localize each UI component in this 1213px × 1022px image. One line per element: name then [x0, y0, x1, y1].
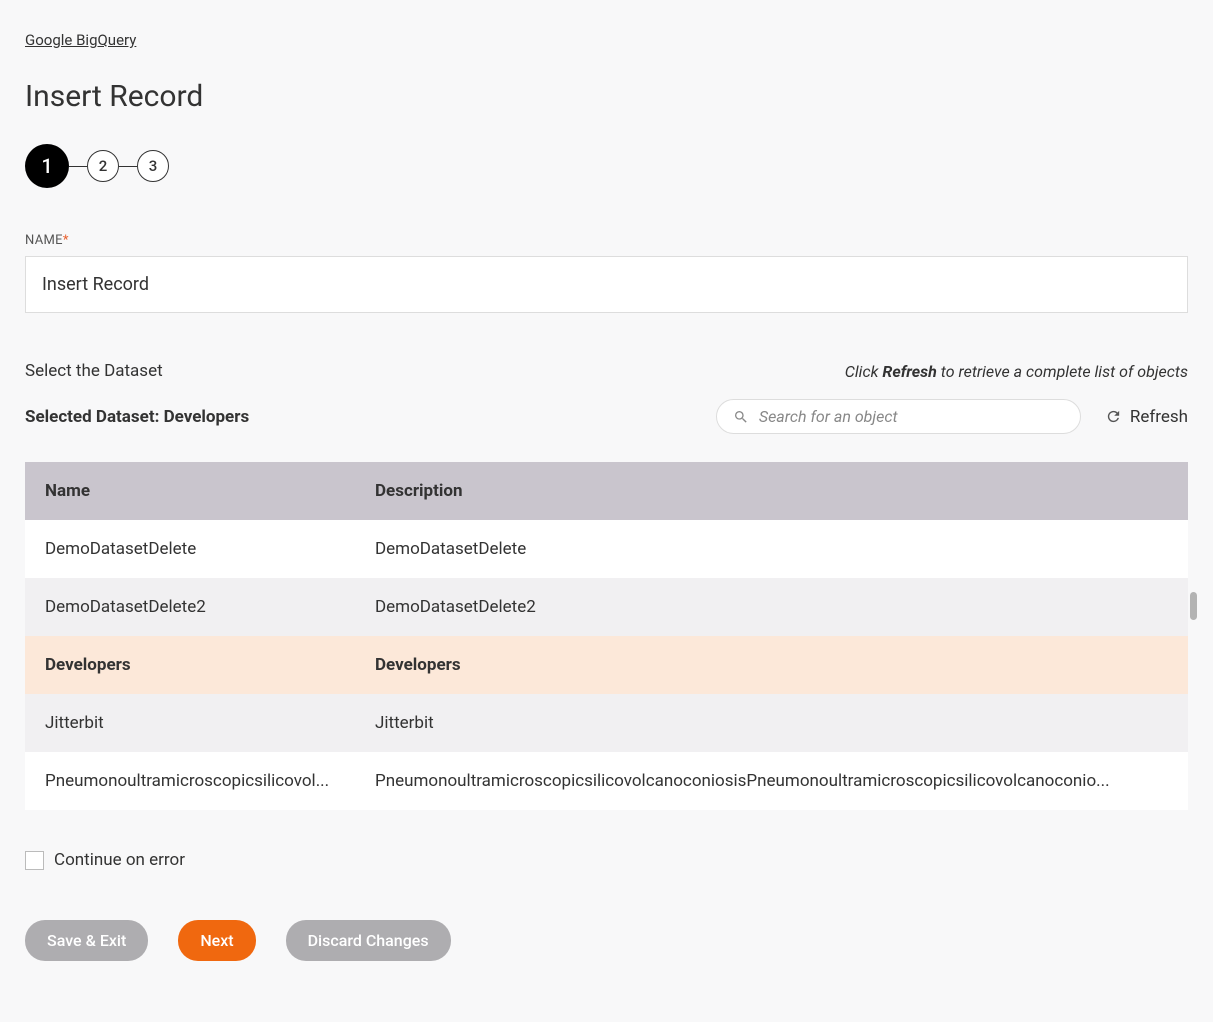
table-row[interactable]: DemoDatasetDeleteDemoDatasetDelete [25, 520, 1188, 578]
scrollbar-track [1190, 522, 1200, 810]
continue-on-error-checkbox[interactable] [25, 851, 44, 870]
cell-description: Pneumonoultramicroscopicsilicovolcanocon… [355, 752, 1188, 810]
search-input[interactable] [759, 407, 1064, 426]
breadcrumb-link[interactable]: Google BigQuery [25, 31, 136, 49]
scrollbar-thumb[interactable] [1190, 592, 1197, 620]
step-3[interactable]: 3 [137, 150, 169, 182]
cell-name: Pneumonoultramicroscopicsilicovol... [25, 752, 355, 810]
table-row[interactable]: Pneumonoultramicroscopicsilicovol...Pneu… [25, 752, 1188, 810]
stepper: 1 2 3 [25, 144, 1188, 188]
dataset-table: Name Description DemoDatasetDeleteDemoDa… [25, 462, 1188, 810]
refresh-icon [1105, 408, 1122, 425]
required-marker: * [63, 233, 69, 248]
column-header-description[interactable]: Description [355, 462, 1188, 520]
step-2[interactable]: 2 [87, 150, 119, 182]
cell-description: Jitterbit [355, 694, 1188, 752]
cell-description: DemoDatasetDelete [355, 520, 1188, 578]
search-icon [733, 409, 749, 425]
refresh-hint: Click Refresh to retrieve a complete lis… [845, 362, 1188, 381]
cell-name: Jitterbit [25, 694, 355, 752]
step-1[interactable]: 1 [25, 144, 69, 188]
cell-description: Developers [355, 636, 1188, 694]
column-header-name[interactable]: Name [25, 462, 355, 520]
refresh-button[interactable]: Refresh [1105, 407, 1188, 427]
step-connector [69, 166, 87, 167]
dataset-section-label: Select the Dataset [25, 361, 163, 381]
save-exit-button[interactable]: Save & Exit [25, 920, 148, 961]
cell-description: DemoDatasetDelete2 [355, 578, 1188, 636]
selected-dataset-label: Selected Dataset: Developers [25, 407, 249, 427]
step-connector [119, 166, 137, 167]
table-row[interactable]: JitterbitJitterbit [25, 694, 1188, 752]
refresh-label: Refresh [1130, 407, 1188, 427]
continue-on-error-label: Continue on error [54, 850, 185, 870]
cell-name: DemoDatasetDelete [25, 520, 355, 578]
name-field-label: NAME* [25, 233, 1188, 248]
cell-name: DemoDatasetDelete2 [25, 578, 355, 636]
cell-name: Developers [25, 636, 355, 694]
table-row[interactable]: DemoDatasetDelete2DemoDatasetDelete2 [25, 578, 1188, 636]
search-wrapper [716, 399, 1081, 434]
table-row[interactable]: DevelopersDevelopers [25, 636, 1188, 694]
name-input[interactable] [25, 256, 1188, 313]
discard-button[interactable]: Discard Changes [286, 920, 451, 961]
next-button[interactable]: Next [178, 920, 255, 961]
page-title: Insert Record [25, 79, 1188, 114]
